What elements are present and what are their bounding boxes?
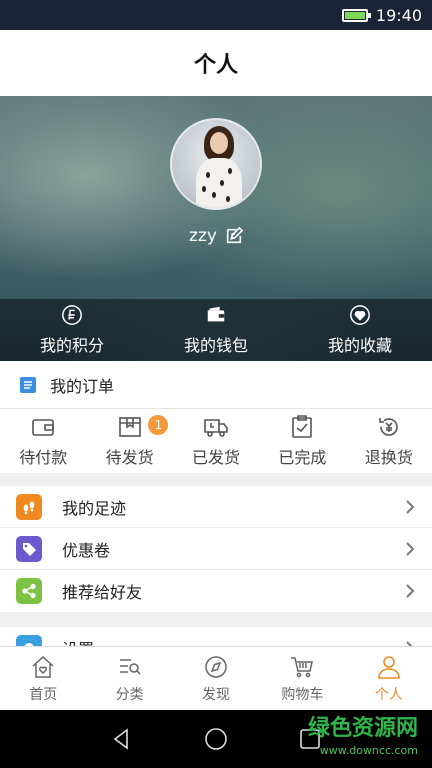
my-favorites-button[interactable]: 我的收藏 [288,299,432,361]
chevron-right-icon [406,584,415,598]
menu-item-share-label: 推荐给好友 [62,583,143,602]
tab-discover-label: 发现 [202,686,231,703]
tab-category-label: 分类 [115,686,144,703]
my-favorites-label: 我的收藏 [327,336,392,355]
home-heart-icon [32,655,54,678]
menu-item-coupons[interactable]: 优惠卷 [0,528,432,570]
box-icon [118,417,141,437]
menu-item-footprint-label: 我的足迹 [62,498,127,518]
page-title: 个人 [193,53,238,78]
status-bar: 19:40 [0,0,432,30]
my-wallet-label: 我的钱包 [183,336,248,355]
tab-profile-label: 个人 [374,686,403,703]
order-completed-label: 已完成 [278,448,327,467]
wallet-outline-icon [32,419,55,436]
username-row: zzy [0,226,432,246]
favorite-heart-icon [350,305,370,325]
home-circle-icon[interactable] [204,727,228,751]
menu-list: 我的足迹 优惠卷 推荐给好友 [0,486,432,612]
tab-cart-label: 购物车 [281,686,324,703]
order-pending-payment-label: 待付款 [19,448,68,467]
back-icon[interactable] [110,727,134,751]
chevron-right-icon [406,541,415,556]
avatar[interactable] [170,118,262,210]
truck-icon [204,419,228,437]
document-icon [20,376,36,393]
page-title-bar: 个人 [0,30,432,96]
chevron-right-icon [406,499,415,514]
battery-icon [341,8,371,22]
watermark: 绿色资源网 www.downcc.com [308,718,418,762]
order-pending-payment[interactable]: 待付款 [0,409,86,473]
hero-actions: 我的积分 我的钱包 我的收藏 [0,299,432,361]
my-wallet-button[interactable]: 我的钱包 [144,299,288,361]
watermark-url: www.downcc.com [319,744,418,757]
bottom-tab-bar: 首页 分类 发现 购物车 个人 [0,646,432,710]
wallet-icon [207,306,225,322]
my-points-button[interactable]: 我的积分 [0,299,144,361]
menu-item-coupons-label: 优惠卷 [62,540,111,560]
footprint-icon [16,493,42,520]
order-returns[interactable]: 退换货 [346,409,432,473]
order-pending-shipment[interactable]: 待发货 1 [86,409,172,473]
my-points-label: 我的积分 [39,336,104,355]
compass-icon [205,655,227,678]
tab-cart[interactable]: 购物车 [259,647,345,710]
coupon-tag-icon [16,535,42,562]
tab-home-label: 首页 [29,686,58,703]
tab-profile[interactable]: 个人 [346,647,432,710]
tab-home[interactable]: 首页 [0,647,86,710]
order-returns-label: 退换货 [364,448,413,467]
order-pending-shipment-label: 待发货 [105,448,154,467]
username: zzy [189,226,217,246]
share-icon [16,578,42,604]
menu-item-footprint[interactable]: 我的足迹 [0,486,432,528]
watermark-title: 绿色资源网 [307,716,418,741]
person-icon [378,655,400,679]
pending-shipment-badge: 1 [148,415,169,435]
profile-hero: zzy 我的积分 我的钱包 我的收藏 [0,96,432,361]
clipboard-check-icon [292,415,313,438]
edit-icon[interactable] [225,227,243,245]
my-orders-header[interactable]: 我的订单 [0,361,432,409]
status-time: 19:40 [375,5,422,25]
cart-icon [291,656,314,677]
menu-item-share[interactable]: 推荐给好友 [0,570,432,612]
my-orders-title: 我的订单 [50,376,115,396]
order-completed[interactable]: 已完成 [259,409,345,473]
points-icon [62,305,82,325]
tab-discover[interactable]: 发现 [173,647,259,710]
category-search-icon [119,658,141,675]
order-status-row: 待付款 待发货 1 已发货 已完成 退换货 [0,409,432,473]
order-shipped[interactable]: 已发货 [173,409,259,473]
tab-category[interactable]: 分类 [86,647,172,710]
order-shipped-label: 已发货 [192,448,241,467]
refund-icon [379,418,398,436]
